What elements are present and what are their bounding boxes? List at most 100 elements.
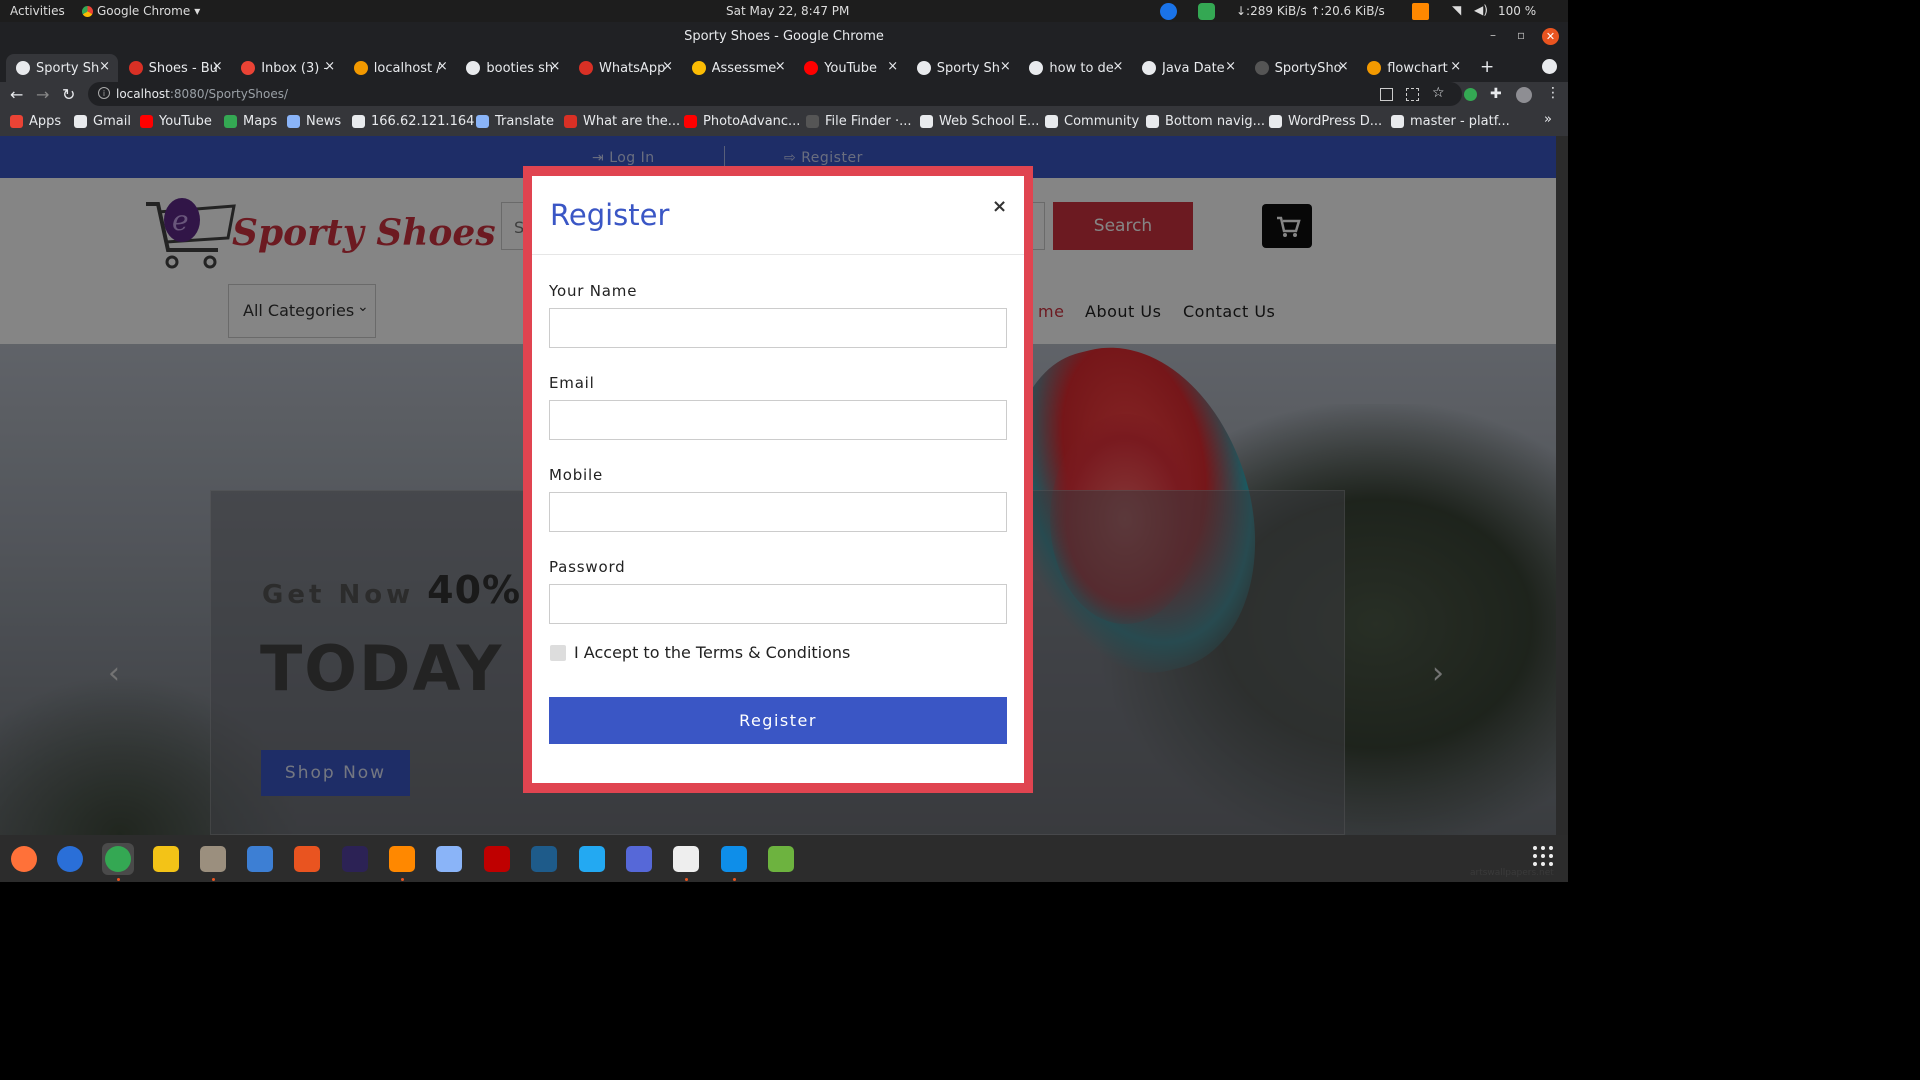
minimize-icon[interactable]: – — [1490, 28, 1496, 42]
bookmarks-overflow-icon[interactable]: » — [1544, 112, 1552, 127]
register-submit-button[interactable]: Register — [549, 697, 1007, 744]
browser-tab[interactable]: SportySho × — [1245, 54, 1357, 82]
tab-close-icon[interactable]: × — [437, 59, 448, 74]
browser-tab[interactable]: Sporty Sh × — [6, 54, 118, 82]
browser-tab[interactable]: localhost / × — [344, 54, 456, 82]
screenshot-icon[interactable] — [623, 843, 655, 875]
bookmark-item[interactable]: Translate — [476, 114, 554, 129]
reload-icon[interactable]: ↻ — [62, 85, 75, 104]
tab-close-icon[interactable]: × — [324, 59, 335, 74]
activities-button[interactable]: Activities — [10, 4, 65, 18]
email-input[interactable] — [549, 400, 1007, 440]
bookmark-item[interactable]: Apps — [10, 114, 61, 129]
bookmark-item[interactable]: YouTube — [140, 114, 212, 129]
show-applications-icon[interactable] — [1533, 846, 1555, 868]
vlc-tray-icon[interactable] — [1412, 3, 1429, 20]
mobile-input[interactable] — [549, 492, 1007, 532]
rhythmbox-icon[interactable] — [150, 843, 182, 875]
filezilla-icon[interactable] — [481, 843, 513, 875]
chrome-menu-icon[interactable]: ⋮ — [1546, 85, 1560, 101]
software-icon[interactable] — [291, 843, 323, 875]
bookmark-item[interactable]: What are the... — [564, 114, 680, 129]
bookmark-item[interactable]: PhotoAdvanc... — [684, 114, 800, 129]
browser-tab[interactable]: Java Date × — [1132, 54, 1244, 82]
password-input[interactable] — [549, 584, 1007, 624]
tab-close-icon[interactable]: × — [212, 59, 223, 74]
bookmark-item[interactable]: Maps — [224, 114, 277, 129]
tab-favicon-icon — [466, 61, 481, 75]
bookmark-item[interactable]: 166.62.121.164 — [352, 114, 474, 129]
writer-icon[interactable] — [244, 843, 276, 875]
browser-tab[interactable]: Inbox (3) - × — [231, 54, 343, 82]
bookmark-item[interactable]: Community — [1045, 114, 1139, 129]
spring-tool-suite-icon[interactable] — [765, 843, 797, 875]
bookmark-item[interactable]: WordPress D... — [1269, 114, 1382, 129]
tab-close-icon[interactable]: × — [99, 59, 110, 74]
firefox-icon[interactable] — [8, 843, 40, 875]
app-menu[interactable]: Google Chrome ▾ — [82, 4, 200, 18]
tab-close-icon[interactable]: × — [1112, 59, 1123, 74]
clock[interactable]: Sat May 22, 8:47 PM — [726, 4, 849, 18]
tab-close-icon[interactable]: × — [887, 59, 898, 74]
volume-icon[interactable]: ◀) — [1474, 3, 1488, 17]
tab-label: Shoes - Bu — [148, 60, 217, 76]
browser-tab[interactable]: Assessme × — [682, 54, 794, 82]
window-close-icon[interactable]: ✕ — [1542, 28, 1559, 45]
modal-close-icon[interactable]: × — [992, 196, 1007, 217]
check-tray-icon[interactable] — [1198, 3, 1215, 20]
text-editor-icon[interactable] — [670, 843, 702, 875]
qr-code-icon[interactable] — [1406, 88, 1419, 101]
thunderbird-icon[interactable] — [54, 843, 86, 875]
cast-icon[interactable] — [1380, 88, 1393, 101]
maximize-icon[interactable]: ▫ — [1517, 28, 1525, 42]
terms-label[interactable]: I Accept to the Terms & Conditions — [574, 643, 850, 662]
extension-green-icon[interactable] — [1464, 88, 1477, 101]
bookmark-item[interactable]: File Finder ·... — [806, 114, 912, 129]
tab-search-icon[interactable] — [1542, 59, 1557, 74]
terms-checkbox[interactable] — [550, 645, 566, 661]
battery-status[interactable]: 100 % — [1498, 4, 1536, 18]
vscode-icon[interactable] — [576, 843, 608, 875]
browser-tab[interactable]: WhatsApp × — [569, 54, 681, 82]
tab-label: booties sh — [486, 60, 554, 76]
tab-close-icon[interactable]: × — [1000, 59, 1011, 74]
browser-tab[interactable]: Shoes - Bu × — [119, 54, 231, 82]
bookmark-item[interactable]: master - platf... — [1391, 114, 1510, 129]
browser-tab[interactable]: YouTube × — [794, 54, 906, 82]
address-bar[interactable]: i localhost:8080/SportyShoes/ ☆ — [88, 82, 1462, 106]
extensions-puzzle-icon[interactable]: ✚ — [1490, 86, 1502, 102]
tab-close-icon[interactable]: × — [1450, 59, 1461, 74]
wifi-icon[interactable]: ◥ — [1452, 3, 1461, 17]
bookmark-item[interactable]: Web School E... — [920, 114, 1039, 129]
browser-tab[interactable]: flowchart × — [1357, 54, 1469, 82]
browser-tab[interactable]: booties sh × — [456, 54, 568, 82]
chrome-icon[interactable] — [102, 843, 134, 875]
new-tab-button[interactable]: + — [1480, 57, 1494, 77]
dock-icon-glyph — [11, 846, 37, 872]
forward-icon[interactable]: → — [36, 85, 49, 104]
mysql-workbench-icon[interactable] — [528, 843, 560, 875]
teamviewer-tray-icon[interactable] — [1160, 3, 1177, 20]
files-icon[interactable] — [197, 843, 229, 875]
bookmark-star-icon[interactable]: ☆ — [1432, 85, 1445, 101]
eclipse-icon[interactable] — [339, 843, 371, 875]
tab-close-icon[interactable]: × — [549, 59, 560, 74]
tab-close-icon[interactable]: × — [775, 59, 786, 74]
address-url[interactable]: localhost:8080/SportyShoes/ — [116, 87, 288, 101]
back-icon[interactable]: ← — [10, 85, 23, 104]
page-scrollbar[interactable] — [1556, 136, 1568, 835]
browser-tab[interactable]: Sporty Sh × — [907, 54, 1019, 82]
bookmark-item[interactable]: Gmail — [74, 114, 131, 129]
site-info-icon[interactable]: i — [98, 87, 110, 99]
vlc-icon[interactable] — [386, 843, 418, 875]
tab-close-icon[interactable]: × — [662, 59, 673, 74]
browser-tab[interactable]: how to de × — [1019, 54, 1131, 82]
virtualbox-icon[interactable] — [433, 843, 465, 875]
teamviewer-icon[interactable] — [718, 843, 750, 875]
name-input[interactable] — [549, 308, 1007, 348]
tab-close-icon[interactable]: × — [1225, 59, 1236, 74]
profile-avatar[interactable] — [1516, 87, 1532, 103]
bookmark-item[interactable]: Bottom navig... — [1146, 114, 1265, 129]
bookmark-item[interactable]: News — [287, 114, 341, 129]
tab-close-icon[interactable]: × — [1338, 59, 1349, 74]
